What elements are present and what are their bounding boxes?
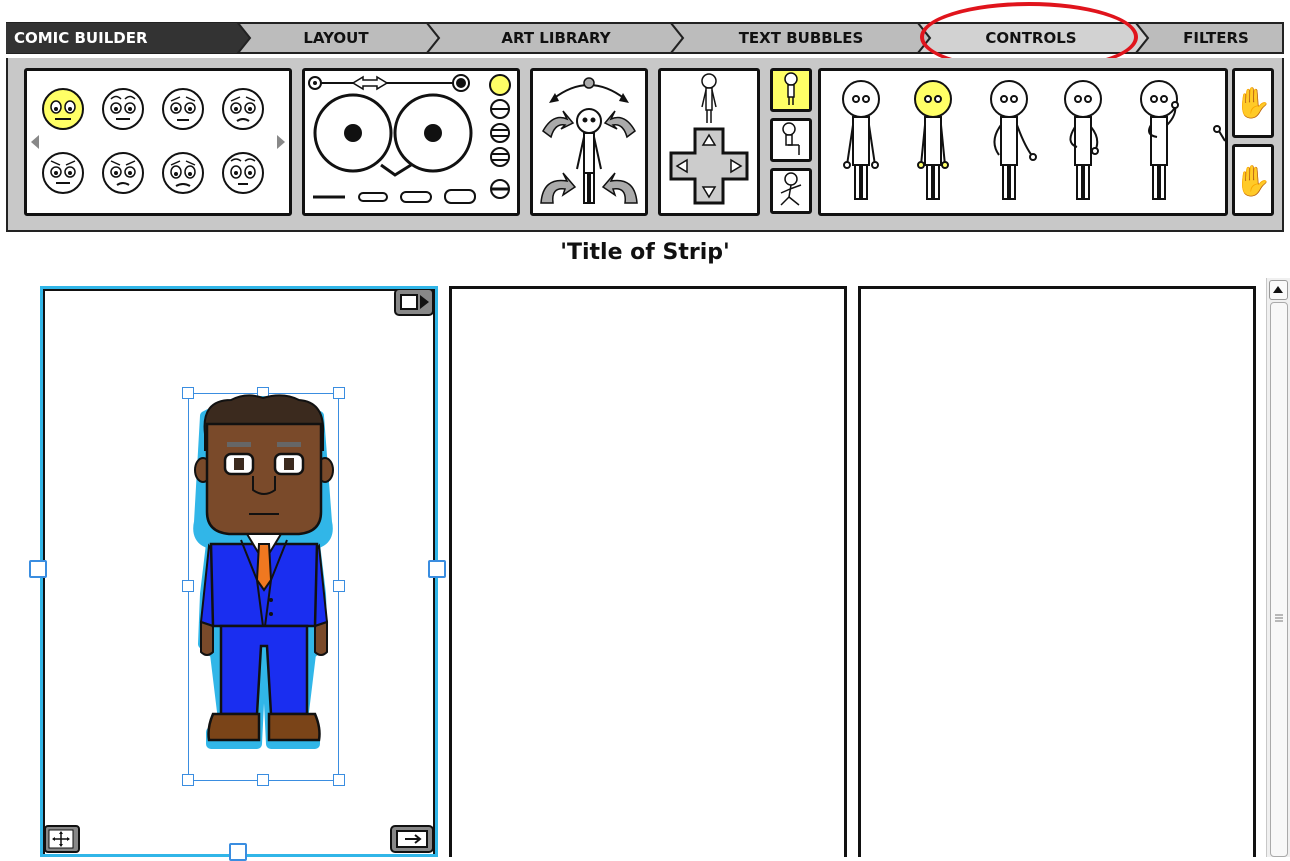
scroll-thumb[interactable] bbox=[1270, 302, 1288, 857]
controls-toolbar: ✋ ✋ bbox=[6, 58, 1284, 232]
tab-controls[interactable]: CONTROLS bbox=[936, 22, 1126, 54]
mouth-options[interactable] bbox=[313, 189, 476, 204]
pose-option-5[interactable] bbox=[1140, 80, 1179, 200]
pose-strip bbox=[842, 80, 1226, 200]
vertical-scrollbar[interactable] bbox=[1266, 278, 1290, 857]
smile-face-icon[interactable] bbox=[102, 88, 144, 130]
expression-prev-icon[interactable] bbox=[31, 135, 39, 149]
comic-panel-3[interactable] bbox=[858, 286, 1256, 857]
move-panel bbox=[658, 68, 760, 216]
rotate-right-top-icon[interactable] bbox=[603, 110, 636, 139]
tab-filters[interactable]: FILTERS bbox=[1156, 22, 1276, 54]
tab-bar: COMIC BUILDER LAYOUT ART LIBRARY TEXT BU… bbox=[6, 22, 1284, 54]
hand-option-1-button[interactable]: ✋ bbox=[1232, 68, 1274, 138]
worried-face-icon[interactable] bbox=[162, 88, 204, 130]
panel-resize-bottom-handle[interactable] bbox=[229, 843, 247, 861]
comic-panel-1[interactable] bbox=[29, 286, 446, 861]
comic-panel-2[interactable] bbox=[449, 286, 847, 857]
neutral-face-icon[interactable] bbox=[42, 88, 84, 130]
panel-resize-right-handle[interactable] bbox=[428, 560, 446, 578]
pose-option-6-partial[interactable] bbox=[1213, 125, 1226, 142]
sitting-figure-icon bbox=[782, 122, 800, 155]
sad-face-icon[interactable] bbox=[222, 88, 264, 130]
rotate-arc-icon[interactable] bbox=[549, 77, 629, 103]
stick-figure-icon bbox=[576, 108, 602, 204]
businessman-character[interactable] bbox=[191, 394, 337, 754]
rotate-left-top-icon[interactable] bbox=[542, 110, 575, 139]
pose-option-2[interactable] bbox=[914, 80, 952, 200]
angry-face-icon[interactable] bbox=[42, 152, 84, 194]
rotate-left-bottom-icon[interactable] bbox=[540, 172, 577, 204]
hand-option-2-button[interactable]: ✋ bbox=[1232, 144, 1274, 216]
pose-run-button[interactable] bbox=[770, 168, 812, 214]
eye-direction-slider[interactable] bbox=[308, 74, 470, 92]
pose-option-4[interactable] bbox=[1064, 80, 1102, 200]
crying-face-icon[interactable] bbox=[162, 152, 204, 194]
pose-strip-panel bbox=[818, 68, 1228, 216]
move-panel-icon[interactable] bbox=[43, 824, 83, 854]
svg-text:✋: ✋ bbox=[1235, 85, 1271, 121]
eyes-preview-icon bbox=[313, 93, 473, 177]
open-hand-icon: ✋ bbox=[1234, 163, 1271, 199]
rotate-panel bbox=[530, 68, 648, 216]
pose-stand-button[interactable] bbox=[770, 68, 812, 112]
expression-panel bbox=[24, 68, 292, 216]
pose-option-1[interactable] bbox=[842, 80, 880, 200]
character-handle-br[interactable] bbox=[333, 774, 345, 786]
expression-grid bbox=[31, 88, 285, 194]
rotate-controls bbox=[540, 77, 638, 204]
up-arrow-icon bbox=[1273, 286, 1283, 293]
svg-text:✋: ✋ bbox=[1235, 163, 1271, 199]
dpad-icon[interactable] bbox=[669, 127, 749, 205]
pose-option-3[interactable] bbox=[990, 80, 1037, 200]
panel-resize-left-handle[interactable] bbox=[29, 560, 47, 578]
tab-art-library[interactable]: ART LIBRARY bbox=[446, 22, 666, 54]
rotate-right-bottom-icon[interactable] bbox=[601, 172, 638, 204]
eyelid-options[interactable] bbox=[489, 74, 511, 199]
running-figure-icon bbox=[780, 172, 802, 206]
tab-text-bubbles[interactable]: TEXT BUBBLES bbox=[691, 22, 911, 54]
pose-sit-button[interactable] bbox=[770, 118, 812, 162]
strip-title[interactable]: 'Title of Strip' bbox=[0, 240, 1290, 265]
character-handle-bc[interactable] bbox=[257, 774, 269, 786]
panel-menu-icon[interactable] bbox=[393, 289, 435, 317]
open-hand-icon: ✋ bbox=[1234, 85, 1271, 121]
eyes-mouth-panel bbox=[302, 68, 520, 216]
standing-figure-icon bbox=[784, 72, 798, 105]
scroll-up-button[interactable] bbox=[1269, 280, 1288, 300]
tab-comic-builder[interactable]: COMIC BUILDER bbox=[14, 22, 214, 54]
grip-icon bbox=[1275, 614, 1283, 622]
move-controls bbox=[669, 73, 749, 205]
surprised-face-icon[interactable] bbox=[222, 152, 264, 194]
expression-next-icon[interactable] bbox=[277, 135, 285, 149]
small-figure-icon bbox=[701, 73, 717, 123]
tab-layout[interactable]: LAYOUT bbox=[256, 22, 416, 54]
eyes-mouth-controls bbox=[308, 74, 511, 204]
grumpy-face-icon[interactable] bbox=[102, 152, 144, 194]
character-handle-bl[interactable] bbox=[182, 774, 194, 786]
export-panel-icon[interactable] bbox=[389, 824, 435, 854]
